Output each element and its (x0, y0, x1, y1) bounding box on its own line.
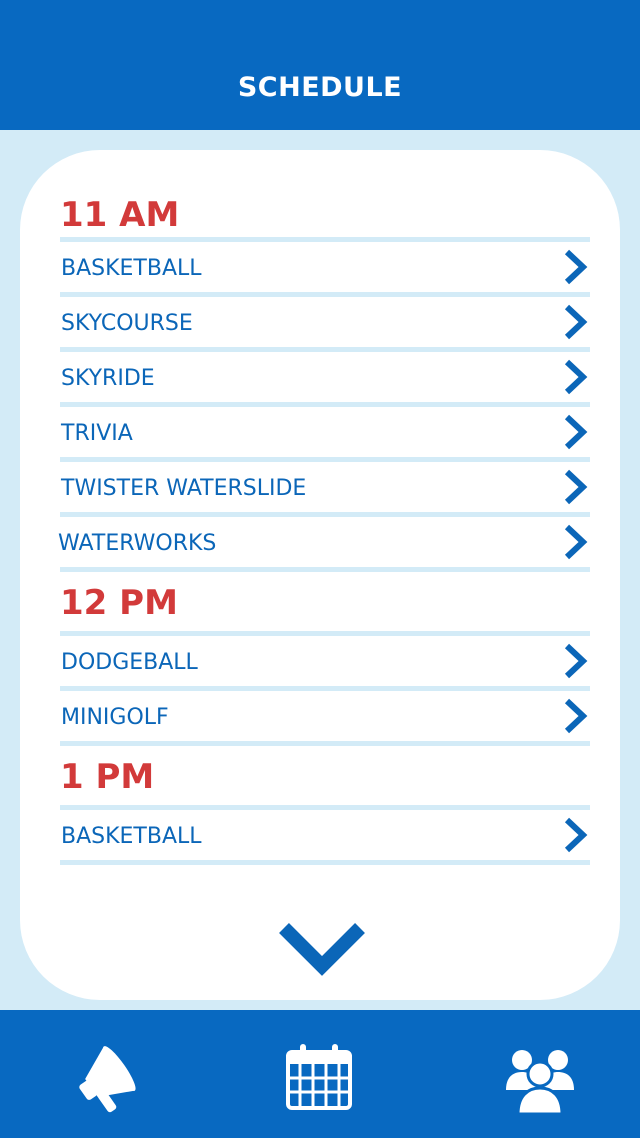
list-item[interactable]: DODGEBALL (60, 636, 590, 691)
list-item-label: MINIGOLF (61, 705, 169, 730)
tab-bar (0, 1010, 640, 1138)
calendar-icon (286, 1044, 352, 1110)
chevron-right-icon (564, 359, 588, 395)
list-item[interactable]: MINIGOLF (60, 691, 590, 746)
chevron-right-icon (564, 698, 588, 734)
page-title: SCHEDULE (237, 72, 403, 103)
list-item-label: SKYCOURSE (61, 311, 193, 336)
scroll-more-button[interactable] (276, 920, 368, 980)
time-header: 11 AM (60, 190, 590, 242)
list-item-label: SKYRIDE (61, 366, 155, 391)
megaphone-icon (79, 1046, 136, 1113)
list-item[interactable]: SKYRIDE (60, 352, 590, 407)
list-item-label: TWISTER WATERSLIDE (61, 476, 307, 501)
list-item[interactable]: SKYCOURSE (60, 297, 590, 352)
group-icon (506, 1050, 574, 1116)
chevron-right-icon (564, 304, 588, 340)
chevron-right-icon (564, 643, 588, 679)
list-item-label: BASKETBALL (61, 256, 202, 281)
list-item-label: BASKETBALL (61, 824, 202, 849)
time-header: 1 PM (60, 746, 590, 810)
list-item[interactable]: TWISTER WATERSLIDE (60, 462, 590, 517)
list-item[interactable]: TRIVIA (60, 407, 590, 462)
schedule-card: 11 AM BASKETBALL SKYCOURSE SKYRIDE TRIVI… (20, 150, 620, 1000)
chevron-right-icon (564, 469, 588, 505)
list-item[interactable]: WATERWORKS (58, 517, 590, 572)
list-item[interactable]: BASKETBALL (60, 242, 590, 297)
chevron-right-icon (564, 817, 588, 853)
list-item[interactable]: BASKETBALL (60, 810, 590, 865)
schedule-list: 11 AM BASKETBALL SKYCOURSE SKYRIDE TRIVI… (58, 190, 590, 865)
tab-schedule[interactable] (278, 1038, 358, 1118)
list-item-label: TRIVIA (61, 421, 133, 446)
tab-group[interactable] (500, 1038, 580, 1118)
list-item-label: WATERWORKS (58, 531, 217, 556)
chevron-right-icon (564, 249, 588, 285)
tab-announcements[interactable] (64, 1038, 144, 1118)
list-item-label: DODGEBALL (61, 650, 198, 675)
chevron-down-icon (279, 923, 365, 976)
chevron-right-icon (564, 524, 588, 560)
chevron-right-icon (564, 414, 588, 450)
app-header: SCHEDULE (0, 0, 640, 130)
time-header: 12 PM (60, 572, 590, 636)
